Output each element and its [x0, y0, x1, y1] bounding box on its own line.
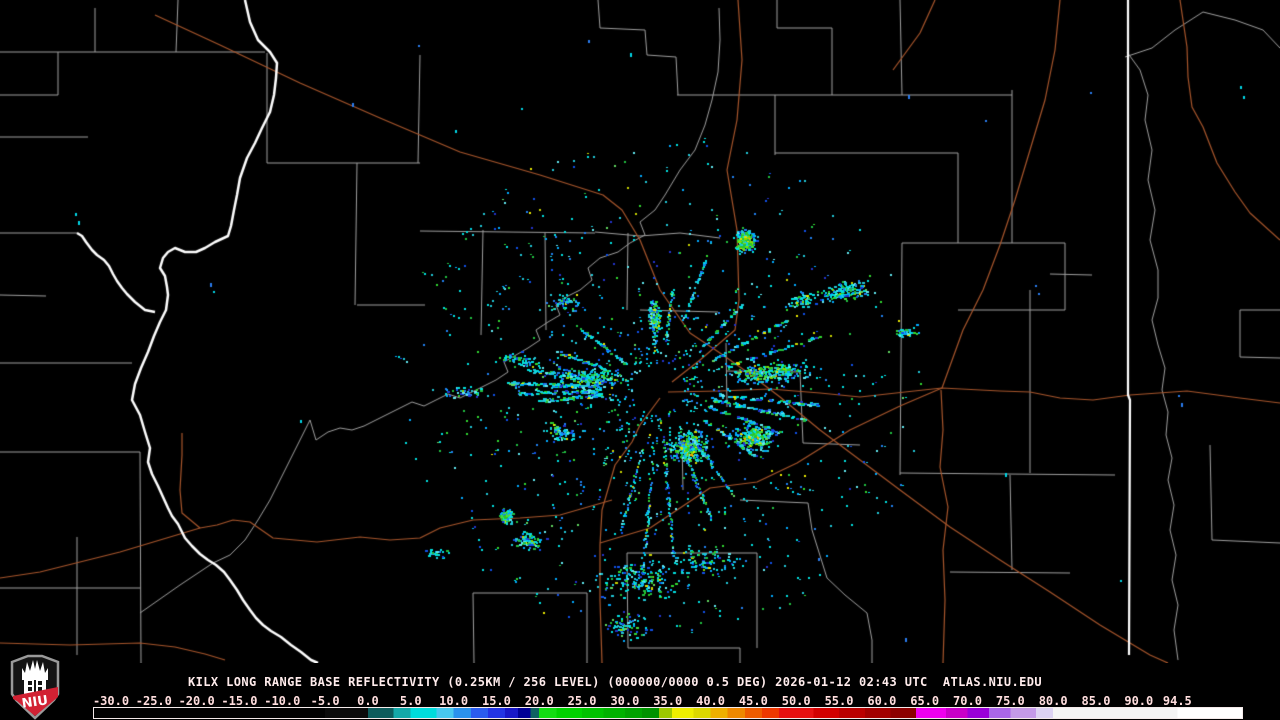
product-caption: KILX LONG RANGE BASE REFLECTIVITY (0.25K… — [188, 675, 1042, 689]
colorbar-tick: 80.0 — [1038, 694, 1068, 708]
colorbar-tick: 25.0 — [567, 694, 597, 708]
colorbar-tick: 45.0 — [738, 694, 768, 708]
colorbar-tick: 5.0 — [399, 694, 422, 708]
radar-map-canvas — [0, 0, 1280, 663]
radar-viewer: NIU KILX LONG RANGE BASE REFLECTIVITY (0… — [0, 0, 1280, 720]
colorbar-tick: 15.0 — [481, 694, 511, 708]
colorbar-tick: 94.5 — [1162, 694, 1192, 708]
colorbar-tick: 35.0 — [653, 694, 683, 708]
colorbar-tick: 10.0 — [439, 694, 469, 708]
colorbar-tick: -5.0 — [310, 694, 340, 708]
colorbar-tick: -20.0 — [178, 694, 215, 708]
colorbar-tick: -10.0 — [264, 694, 301, 708]
colorbar-tick: 90.0 — [1124, 694, 1154, 708]
colorbar-tick: 40.0 — [696, 694, 725, 708]
colorbar-tick: 0.0 — [357, 694, 379, 708]
colorbar-tick: -30.0 — [92, 694, 130, 708]
reflectivity-colorbar — [93, 707, 1243, 719]
colorbar-tick: 60.0 — [867, 694, 897, 708]
colorbar-tick: 75.0 — [995, 694, 1025, 708]
colorbar-tick: -15.0 — [221, 694, 258, 708]
colorbar-tick: 20.0 — [524, 694, 554, 708]
colorbar-tick: 85.0 — [1081, 694, 1111, 708]
colorbar-tick: 30.0 — [610, 694, 640, 708]
colorbar-tick: 50.0 — [781, 694, 811, 708]
colorbar-tick: -25.0 — [135, 694, 172, 708]
colorbar-tick: 70.0 — [953, 694, 982, 708]
colorbar-tick: 65.0 — [910, 694, 940, 708]
colorbar-tick-labels: -30.0 -25.0 -20.0 -15.0 -10.0 -5.0 0.0 5.0 10.0 1… — [0, 694, 1280, 708]
colorbar-tick: 55.0 — [824, 694, 854, 708]
